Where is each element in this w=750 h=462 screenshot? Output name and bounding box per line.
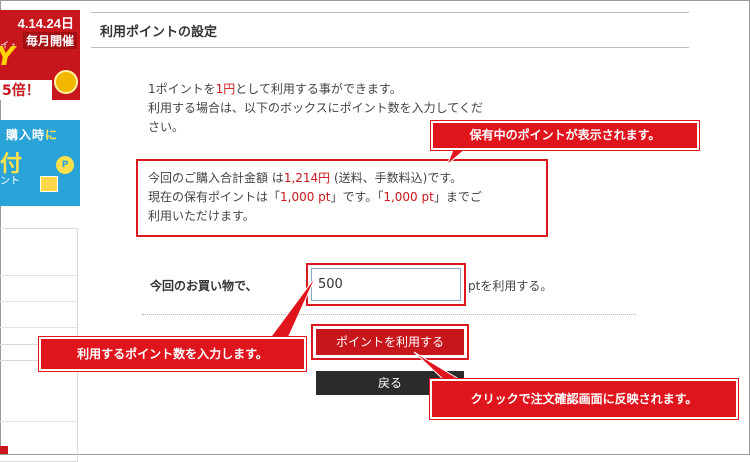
sidebar-panel bbox=[0, 228, 78, 345]
summary-line-2-prefix: 現在の保有ポイントは「 bbox=[148, 190, 281, 204]
intro-line-1: 1ポイントを1円として利用する事ができます。 bbox=[148, 80, 558, 99]
banner-multiplier: 5倍！ bbox=[0, 80, 52, 100]
intro-line-2: 利用する場合は、以下のボックスにポイント数を入力してくだ bbox=[148, 101, 483, 115]
banner-purchase-text: 購入時に bbox=[6, 126, 58, 143]
sidebar-marker bbox=[0, 446, 8, 454]
callout-held-points: 保有中のポイントが表示されます。 bbox=[431, 121, 699, 150]
banner-big-text: Y bbox=[0, 42, 15, 72]
page-title: 利用ポイントの設定 bbox=[100, 25, 218, 40]
divider bbox=[142, 314, 636, 315]
section-header: 利用ポイントの設定 bbox=[91, 12, 689, 48]
sidebar-divider bbox=[0, 301, 77, 302]
sidebar-divider bbox=[0, 421, 77, 422]
banner-date: 4.14.24日 bbox=[17, 16, 74, 31]
summary-line-2-suffix: 」までご bbox=[433, 190, 482, 204]
points-summary: 今回のご購入合計金額 は1,214円 (送料、手数料込)です。 現在の保有ポイン… bbox=[148, 169, 548, 226]
summary-line-1-prefix: 今回のご購入合計金額 は bbox=[148, 171, 284, 185]
points-input-label: 今回のお買い物で、 bbox=[150, 279, 258, 293]
points-input[interactable] bbox=[311, 268, 461, 301]
banner-purchase-label: 購入時 bbox=[6, 128, 46, 142]
point-coin-icon: P bbox=[56, 156, 74, 174]
intro-line-1-prefix: 1ポイントを bbox=[148, 82, 216, 96]
total-amount: 1,214円 bbox=[283, 171, 331, 185]
callout-enter-points: 利用するポイント数を入力します。 bbox=[39, 337, 306, 371]
point-rate: 1円 bbox=[215, 82, 236, 96]
gift-icon bbox=[40, 176, 58, 192]
campaign-banner-blue[interactable]: 購入時に 付 ント P bbox=[0, 120, 80, 206]
sidebar-panel bbox=[0, 360, 78, 462]
campaign-banner-red[interactable]: 4.14.24日 イ・ 毎月開催 Y 5倍！ bbox=[0, 10, 80, 100]
use-points-button[interactable]: ポイントを利用する bbox=[316, 329, 464, 355]
held-points: 1,000 pt bbox=[280, 190, 331, 204]
banner-blue-sub-text: ント bbox=[0, 176, 20, 187]
sidebar-divider bbox=[0, 327, 77, 328]
summary-line-1: 今回のご購入合計金額 は1,214円 (送料、手数料込)です。 bbox=[148, 169, 548, 188]
banner-purchase-suffix: に bbox=[45, 128, 59, 142]
sidebar-divider bbox=[0, 275, 77, 276]
summary-line-1-suffix: (送料、手数料込)です。 bbox=[330, 171, 463, 185]
summary-line-3: 利用いただけます。 bbox=[148, 209, 255, 223]
summary-line-2-mid: 」です。「 bbox=[330, 190, 384, 204]
left-sidebar: 4.14.24日 イ・ 毎月開催 Y 5倍！ 購入時に 付 ント P bbox=[0, 0, 82, 462]
usable-points: 1,000 pt bbox=[383, 190, 434, 204]
coin-icon bbox=[54, 70, 78, 94]
summary-line-2: 現在の保有ポイントは「1,000 pt」です。「1,000 pt」までご bbox=[148, 188, 548, 207]
intro-line-1-suffix: として利用する事ができます。 bbox=[235, 82, 402, 96]
callout-click: クリックで注文確認画面に反映されます。 bbox=[430, 379, 738, 419]
banner-monthly: 毎月開催 bbox=[22, 32, 77, 49]
points-input-suffix: ptを利用する。 bbox=[468, 279, 553, 293]
